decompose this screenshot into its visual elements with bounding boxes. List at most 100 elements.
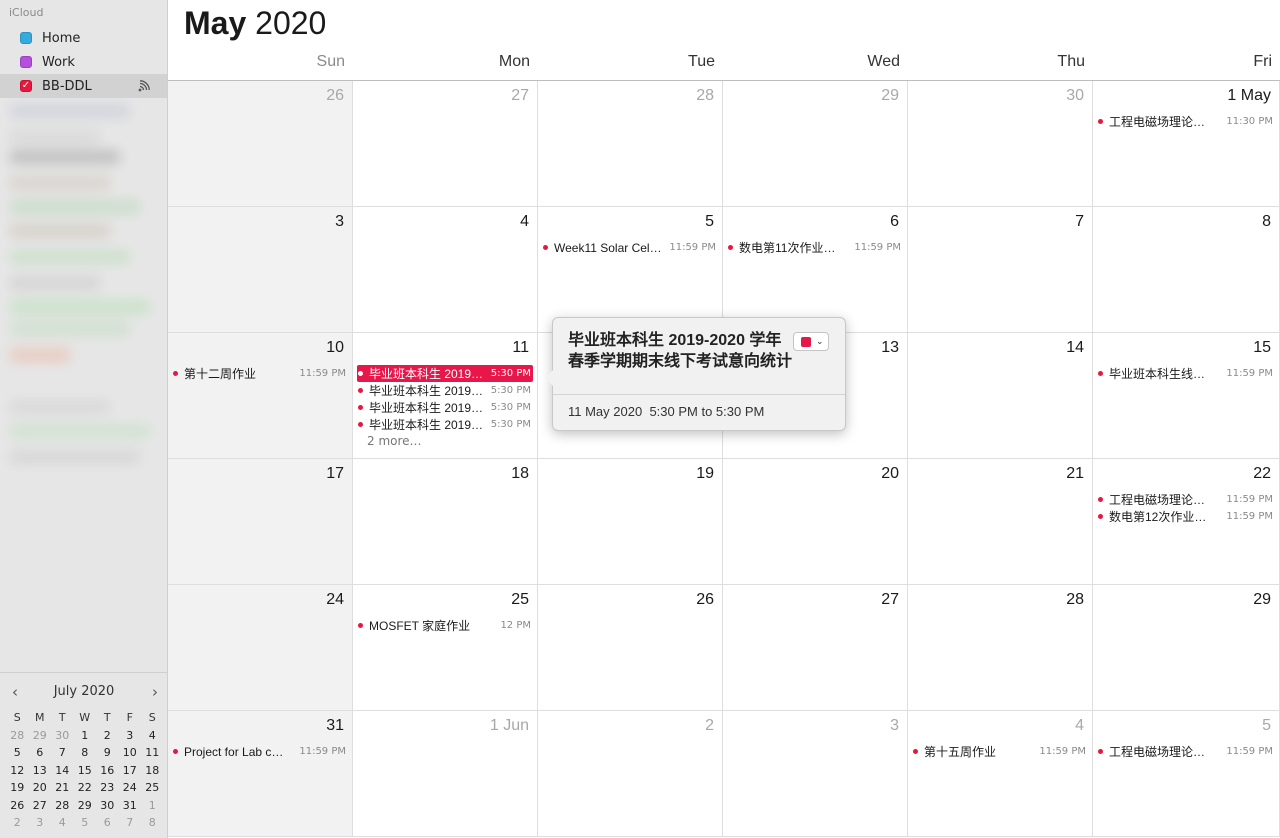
day-cell[interactable]: 3 xyxy=(723,711,908,837)
mini-day[interactable]: 1 xyxy=(74,727,97,745)
day-cell[interactable]: 20 xyxy=(723,459,908,585)
day-cell[interactable]: 8 xyxy=(1093,207,1280,333)
mini-day[interactable]: 3 xyxy=(29,814,52,832)
mini-day[interactable]: 21 xyxy=(51,779,74,797)
mini-day[interactable]: 5 xyxy=(74,814,97,832)
mini-day[interactable]: 22 xyxy=(74,779,97,797)
mini-day[interactable]: 14 xyxy=(51,762,74,780)
day-cell[interactable]: 1 May 工程电磁场理论… 11:30 PM xyxy=(1093,81,1280,207)
day-cell[interactable]: 5 Week11 Solar Cel… 11:59 PM xyxy=(538,207,723,333)
calendar-event[interactable]: 数电第12次作业… 11:59 PM xyxy=(1097,508,1275,525)
mini-day[interactable]: 7 xyxy=(51,744,74,762)
day-cell[interactable]: 29 xyxy=(723,81,908,207)
mini-day[interactable]: 19 xyxy=(6,779,29,797)
calendar-event[interactable]: MOSFET 家庭作业 12 PM xyxy=(357,617,533,634)
calendar-event[interactable]: 第十五周作业 11:59 PM xyxy=(912,743,1088,760)
day-cell[interactable]: 6 数电第11次作业… 11:59 PM xyxy=(723,207,908,333)
calendar-event[interactable]: 毕业班本科生 2019… 5:30 PM xyxy=(357,416,533,433)
day-cell[interactable]: 27 xyxy=(353,81,538,207)
calendar-checkbox-checked[interactable]: ✓ xyxy=(20,80,32,92)
mini-day[interactable]: 8 xyxy=(74,744,97,762)
mini-day[interactable]: 1 xyxy=(141,797,164,815)
mini-day[interactable]: 5 xyxy=(6,744,29,762)
day-cell[interactable]: 7 xyxy=(908,207,1093,333)
mini-day[interactable]: 29 xyxy=(74,797,97,815)
mini-day[interactable]: 6 xyxy=(29,744,52,762)
calendar-event[interactable]: 毕业班本科生 2019… 5:30 PM xyxy=(357,382,533,399)
mini-day[interactable]: 28 xyxy=(6,727,29,745)
day-cell[interactable]: 31 Project for Lab c… 11:59 PM xyxy=(168,711,353,837)
mini-next-month-icon[interactable]: › xyxy=(152,683,158,701)
mini-day[interactable]: 16 xyxy=(96,762,119,780)
calendar-event[interactable]: 工程电磁场理论… 11:59 PM xyxy=(1097,743,1275,760)
day-cell[interactable]: 28 xyxy=(908,585,1093,711)
mini-prev-month-icon[interactable]: ‹ xyxy=(12,683,18,701)
day-cell[interactable]: 5 工程电磁场理论… 11:59 PM xyxy=(1093,711,1280,837)
mini-day[interactable]: 31 xyxy=(119,797,142,815)
calendar-event[interactable]: 毕业班本科生 2019… 5:30 PM xyxy=(357,365,533,382)
mini-day[interactable]: 18 xyxy=(141,762,164,780)
calendar-event[interactable]: 毕业班本科生线… 11:59 PM xyxy=(1097,365,1275,382)
calendar-event[interactable]: 毕业班本科生 2019… 5:30 PM xyxy=(357,399,533,416)
calendar-color-picker[interactable]: ⌄ xyxy=(793,332,829,351)
mini-day[interactable]: 29 xyxy=(29,727,52,745)
day-cell[interactable]: 2 xyxy=(538,711,723,837)
calendar-event[interactable]: 工程电磁场理论… 11:59 PM xyxy=(1097,491,1275,508)
mini-day[interactable]: 11 xyxy=(141,744,164,762)
day-cell[interactable]: 24 xyxy=(168,585,353,711)
calendar-event[interactable]: 工程电磁场理论… 11:30 PM xyxy=(1097,113,1275,130)
day-cell[interactable]: 26 xyxy=(538,585,723,711)
mini-day[interactable]: 3 xyxy=(119,727,142,745)
mini-day[interactable]: 9 xyxy=(96,744,119,762)
day-cell[interactable]: 21 xyxy=(908,459,1093,585)
day-cell[interactable]: 29 xyxy=(1093,585,1280,711)
mini-day[interactable]: 26 xyxy=(6,797,29,815)
mini-day[interactable]: 17 xyxy=(119,762,142,780)
day-cell[interactable]: 4 第十五周作业 11:59 PM xyxy=(908,711,1093,837)
mini-day[interactable]: 7 xyxy=(119,814,142,832)
calendar-checkbox[interactable] xyxy=(20,32,32,44)
mini-day[interactable]: 25 xyxy=(141,779,164,797)
mini-day[interactable]: 30 xyxy=(96,797,119,815)
day-cell[interactable]: 27 xyxy=(723,585,908,711)
day-cell[interactable]: 18 xyxy=(353,459,538,585)
calendar-checkbox[interactable] xyxy=(20,56,32,68)
day-cell[interactable]: 17 xyxy=(168,459,353,585)
sidebar-calendar-home[interactable]: Home xyxy=(0,26,167,50)
day-cell[interactable]: 28 xyxy=(538,81,723,207)
day-cell[interactable]: 10 第十二周作业 11:59 PM xyxy=(168,333,353,459)
sidebar-calendar-work[interactable]: Work xyxy=(0,50,167,74)
mini-day[interactable]: 27 xyxy=(29,797,52,815)
mini-day[interactable]: 15 xyxy=(74,762,97,780)
mini-day[interactable]: 8 xyxy=(141,814,164,832)
calendar-event[interactable]: Week11 Solar Cel… 11:59 PM xyxy=(542,239,718,256)
mini-day[interactable]: 30 xyxy=(51,727,74,745)
mini-day[interactable]: 6 xyxy=(96,814,119,832)
calendar-event[interactable]: 数电第11次作业… 11:59 PM xyxy=(727,239,903,256)
day-cell[interactable]: 30 xyxy=(908,81,1093,207)
mini-day[interactable]: 12 xyxy=(6,762,29,780)
more-events-link[interactable]: 2 more… xyxy=(367,434,422,448)
day-cell[interactable]: 26 xyxy=(168,81,353,207)
mini-day[interactable]: 4 xyxy=(141,727,164,745)
sidebar-calendar-bb-ddl[interactable]: ✓ BB-DDL xyxy=(0,74,167,98)
mini-day[interactable]: 2 xyxy=(6,814,29,832)
mini-day[interactable]: 20 xyxy=(29,779,52,797)
mini-day[interactable]: 23 xyxy=(96,779,119,797)
mini-day[interactable]: 4 xyxy=(51,814,74,832)
mini-day[interactable]: 10 xyxy=(119,744,142,762)
day-cell[interactable]: 14 xyxy=(908,333,1093,459)
mini-day[interactable]: 13 xyxy=(29,762,52,780)
day-cell[interactable]: 4 xyxy=(353,207,538,333)
day-cell[interactable]: 11 毕业班本科生 2019… 5:30 PM 毕业班本科生 2019… 5:30 PM… xyxy=(353,333,538,459)
calendar-event[interactable]: Project for Lab c… 11:59 PM xyxy=(172,743,348,760)
mini-day[interactable]: 2 xyxy=(96,727,119,745)
day-cell[interactable]: 22 工程电磁场理论… 11:59 PM 数电第12次作业… 11:59 PM xyxy=(1093,459,1280,585)
day-cell[interactable]: 3 xyxy=(168,207,353,333)
calendar-event[interactable]: 第十二周作业 11:59 PM xyxy=(172,365,348,382)
day-cell[interactable]: 19 xyxy=(538,459,723,585)
day-cell[interactable]: 15 毕业班本科生线… 11:59 PM xyxy=(1093,333,1280,459)
mini-day[interactable]: 24 xyxy=(119,779,142,797)
day-cell[interactable]: 1 Jun xyxy=(353,711,538,837)
mini-day[interactable]: 28 xyxy=(51,797,74,815)
